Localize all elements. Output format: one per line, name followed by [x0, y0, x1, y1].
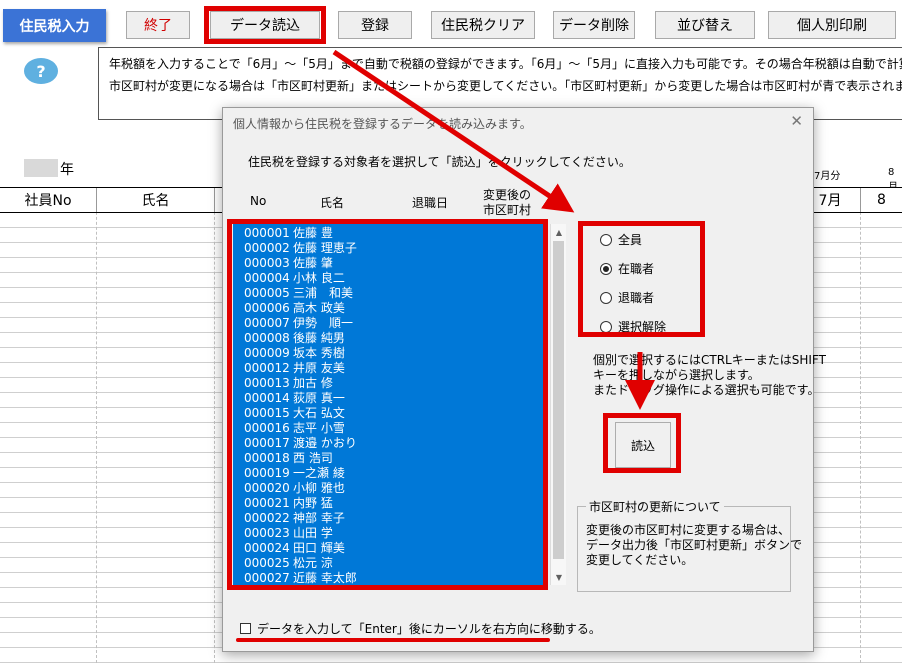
arrow-load-to-options: [332, 49, 575, 213]
annotation-arrows: [332, 49, 655, 410]
